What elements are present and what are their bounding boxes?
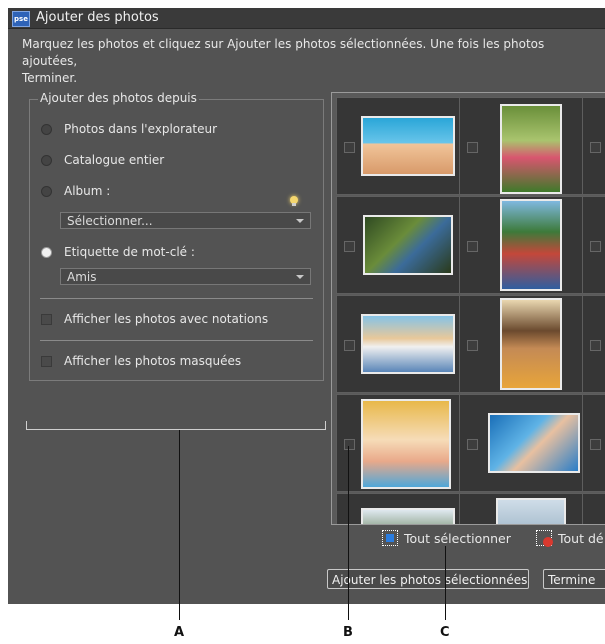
photo-thumbnail[interactable] [361, 399, 451, 489]
radio-album[interactable] [41, 185, 52, 197]
select-all-icon [382, 530, 398, 546]
photo-cell[interactable] [582, 196, 605, 294]
divider [40, 298, 313, 299]
photo-thumbnail[interactable] [500, 199, 562, 291]
deselect-all-button[interactable]: Tout dé [536, 530, 604, 547]
photo-thumbnail[interactable] [500, 298, 562, 390]
source-group: Ajouter des photos depuis Photos dans l'… [29, 91, 324, 381]
deselect-all-label: Tout dé [558, 530, 604, 546]
photo-checkbox[interactable] [590, 439, 601, 450]
option-explorer-label: Photos dans l'explorateur [64, 122, 218, 136]
show-rated-checkbox[interactable] [41, 313, 52, 325]
photo-thumbnail[interactable] [361, 116, 455, 176]
photo-cell[interactable] [336, 493, 460, 524]
photo-checkbox[interactable] [467, 340, 478, 351]
option-album[interactable]: Album : [41, 182, 110, 200]
callout-a-label: A [174, 625, 185, 640]
callout-c-label: C [440, 625, 450, 640]
photo-thumbnail[interactable] [361, 314, 455, 374]
show-hidden-checkbox[interactable] [41, 355, 52, 367]
callout-a-bracket [26, 421, 326, 430]
callout-b-line [348, 446, 349, 620]
photo-thumbnail[interactable] [363, 215, 453, 275]
photo-cell[interactable] [459, 493, 583, 524]
photo-checkbox[interactable] [344, 142, 355, 153]
show-rated-label: Afficher les photos avec notations [64, 312, 269, 326]
photo-checkbox[interactable] [344, 439, 355, 450]
option-album-label: Album : [64, 184, 111, 198]
option-keyword-tag-label: Etiquette de mot-clé : [64, 245, 195, 259]
photo-checkbox[interactable] [590, 241, 601, 252]
lightbulb-icon[interactable] [290, 196, 298, 206]
callout-c-line [445, 546, 446, 620]
photo-checkbox[interactable] [590, 142, 601, 153]
photo-thumbnail[interactable] [488, 413, 580, 473]
photo-cell[interactable] [582, 97, 605, 195]
option-keyword-tag[interactable]: Etiquette de mot-clé : [41, 243, 195, 261]
photo-checkbox[interactable] [467, 142, 478, 153]
show-rated-option[interactable]: Afficher les photos avec notations [41, 310, 268, 328]
photo-checkbox[interactable] [467, 439, 478, 450]
source-legend: Ajouter des photos depuis [38, 91, 199, 105]
radio-entire-catalog[interactable] [41, 154, 52, 166]
chevron-down-icon [296, 219, 304, 223]
option-entire-catalog[interactable]: Catalogue entier [41, 151, 164, 169]
window-title: Ajouter des photos [36, 10, 159, 25]
select-all-label: Tout sélectionner [404, 530, 511, 546]
photo-cell[interactable] [582, 295, 605, 393]
keyword-select[interactable]: Amis [60, 268, 311, 285]
option-explorer[interactable]: Photos dans l'explorateur [41, 120, 217, 138]
photo-grid[interactable] [331, 92, 605, 525]
photo-cell[interactable] [459, 394, 583, 492]
photo-cell[interactable] [459, 196, 583, 294]
photo-cell[interactable] [336, 394, 460, 492]
photo-cell[interactable] [336, 97, 460, 195]
app-icon: pse [12, 11, 30, 27]
add-selected-photos-button[interactable]: Ajouter les photos sélectionnées [327, 569, 529, 589]
deselect-all-icon [536, 530, 553, 547]
callout-b-label: B [343, 625, 353, 640]
photo-cell[interactable] [582, 394, 605, 492]
photo-cell[interactable] [336, 196, 460, 294]
photo-checkbox[interactable] [590, 340, 601, 351]
album-select[interactable]: Sélectionner... [60, 212, 311, 229]
add-photos-dialog: pse Ajouter des photos Marquez les photo… [8, 8, 605, 604]
radio-keyword-tag[interactable] [41, 246, 52, 258]
photo-checkbox[interactable] [344, 241, 355, 252]
photo-cell[interactable] [459, 295, 583, 393]
photo-cell[interactable] [336, 295, 460, 393]
title-bar: pse Ajouter des photos [8, 8, 605, 29]
option-entire-catalog-label: Catalogue entier [64, 153, 165, 167]
photo-thumbnail[interactable] [496, 498, 566, 524]
show-hidden-option[interactable]: Afficher les photos masquées [41, 352, 241, 370]
album-select-value: Sélectionner... [67, 214, 153, 228]
radio-explorer[interactable] [41, 123, 52, 135]
photo-cell[interactable] [459, 97, 583, 195]
callout-a-line [179, 430, 180, 620]
chevron-down-icon [296, 275, 304, 279]
photo-thumbnail[interactable] [500, 104, 562, 194]
photo-checkbox[interactable] [344, 340, 355, 351]
photo-cell[interactable] [582, 493, 605, 524]
divider [40, 340, 313, 341]
photo-thumbnail[interactable] [361, 508, 455, 524]
show-hidden-label: Afficher les photos masquées [64, 354, 242, 368]
keyword-select-value: Amis [67, 270, 97, 284]
instruction-text: Marquez les photos et cliquez sur Ajoute… [22, 37, 545, 85]
finish-button[interactable]: Termine [543, 569, 605, 589]
photo-checkbox[interactable] [467, 241, 478, 252]
select-all-button[interactable]: Tout sélectionner [382, 530, 511, 546]
